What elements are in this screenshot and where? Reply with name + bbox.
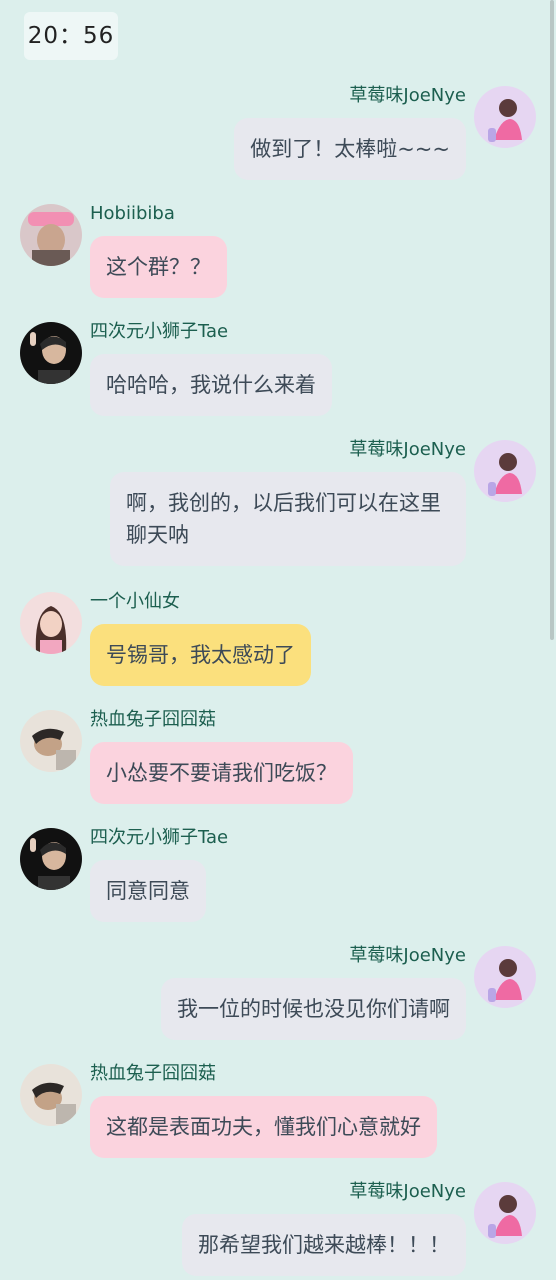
message-bubble[interactable]: 啊，我创的，以后我们可以在这里聊天呐: [110, 472, 466, 566]
avatar-hobiibiba[interactable]: [20, 204, 82, 266]
message-bubble[interactable]: 同意同意: [90, 860, 206, 922]
sender-name: Hobiibiba: [90, 203, 175, 224]
sender-name: 草莓味JoeNye: [349, 945, 466, 966]
user-avatar-icon: [20, 204, 82, 266]
user-avatar-icon: [474, 1182, 536, 1244]
avatar-joenye[interactable]: [474, 440, 536, 502]
avatar-rabbit[interactable]: [20, 1064, 82, 1126]
avatar-joenye[interactable]: [474, 946, 536, 1008]
message-bubble[interactable]: 我一位的时候也没见你们请啊: [161, 978, 466, 1040]
message-bubble[interactable]: 这个群？？: [90, 236, 227, 298]
time-label: 20：56: [24, 12, 118, 60]
message-bubble[interactable]: 这都是表面功夫，懂我们心意就好: [90, 1096, 437, 1158]
avatar-fairy[interactable]: [20, 592, 82, 654]
avatar-joenye[interactable]: [474, 1182, 536, 1244]
sender-name: 一个小仙女: [90, 591, 180, 612]
message-bubble[interactable]: 小怂要不要请我们吃饭？: [90, 742, 353, 804]
avatar-tae[interactable]: [20, 322, 82, 384]
scrollbar[interactable]: [550, 0, 554, 640]
message-bubble[interactable]: 那希望我们越来越棒！！！: [182, 1214, 466, 1276]
avatar-tae[interactable]: [20, 828, 82, 890]
user-avatar-icon: [474, 86, 536, 148]
sender-name: 草莓味JoeNye: [349, 85, 466, 106]
avatar-joenye[interactable]: [474, 86, 536, 148]
user-avatar-icon: [474, 440, 536, 502]
sender-name: 草莓味JoeNye: [349, 1181, 466, 1202]
user-avatar-icon: [20, 322, 82, 384]
sender-name: 四次元小狮子Tae: [90, 827, 229, 848]
sender-name: 草莓味JoeNye: [349, 439, 466, 460]
message-bubble[interactable]: 做到了！太棒啦~~~: [234, 118, 466, 180]
message-bubble[interactable]: 哈哈哈，我说什么来着: [90, 354, 332, 416]
user-avatar-icon: [20, 1064, 82, 1126]
message-bubble[interactable]: 号锡哥，我太感动了: [90, 624, 311, 686]
sender-name: 热血兔子囧囧菇: [90, 1063, 216, 1084]
user-avatar-icon: [474, 946, 536, 1008]
sender-name: 热血兔子囧囧菇: [90, 709, 216, 730]
user-avatar-icon: [20, 592, 82, 654]
user-avatar-icon: [20, 828, 82, 890]
sender-name: 四次元小狮子Tae: [90, 321, 229, 342]
avatar-rabbit[interactable]: [20, 710, 82, 772]
user-avatar-icon: [20, 710, 82, 772]
